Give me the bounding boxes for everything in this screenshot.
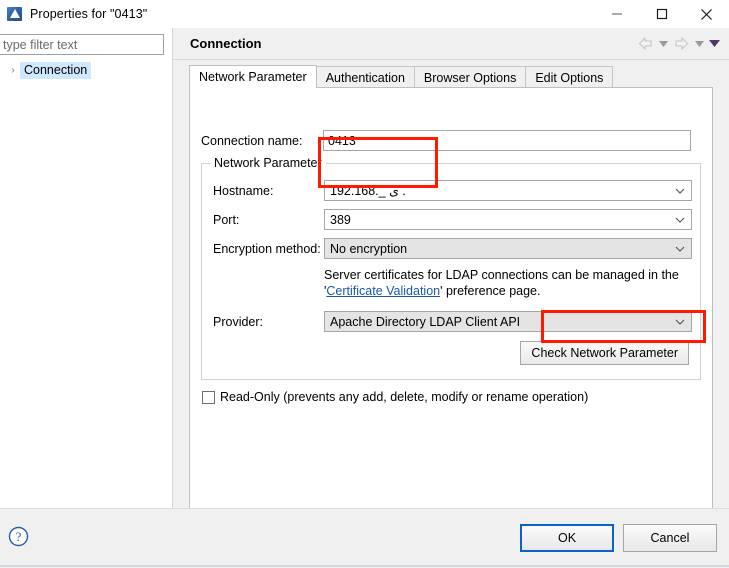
filter-input[interactable]: type filter text bbox=[0, 34, 164, 55]
forward-arrow-icon[interactable] bbox=[672, 34, 691, 53]
tab-strip: Network Parameter Authentication Browser… bbox=[189, 65, 729, 88]
svg-text:?: ? bbox=[16, 529, 22, 544]
provider-label: Provider: bbox=[213, 314, 264, 329]
tab-edit-options[interactable]: Edit Options bbox=[525, 66, 614, 88]
certificate-validation-link[interactable]: Certificate Validation bbox=[326, 284, 440, 298]
provider-combo[interactable]: Apache Directory LDAP Client API bbox=[324, 311, 692, 332]
port-label: Port: bbox=[213, 212, 240, 227]
chevron-down-icon[interactable] bbox=[675, 312, 685, 331]
page-title: Connection bbox=[190, 36, 262, 51]
chevron-right-icon[interactable]: › bbox=[6, 65, 20, 76]
properties-page: Connection Network Parameter Authenticat… bbox=[173, 28, 729, 531]
tab-authentication[interactable]: Authentication bbox=[315, 66, 415, 88]
network-parameter-group: Network Parameter Hostname: 192.168._ ى … bbox=[201, 156, 704, 380]
tab-label: Authentication bbox=[325, 70, 405, 85]
view-menu-chevron-down-icon[interactable] bbox=[708, 34, 721, 53]
connection-name-input[interactable]: 0413 bbox=[323, 130, 691, 151]
back-arrow-icon[interactable] bbox=[636, 34, 655, 53]
hostname-row: Hostname: 192.168._ ى . bbox=[213, 180, 692, 201]
hostname-value: 192.168._ ى . bbox=[330, 184, 406, 198]
port-combo[interactable]: 389 bbox=[324, 209, 692, 230]
certificate-note-suffix: ' preference page. bbox=[440, 284, 541, 298]
forward-history-chevron-down-icon[interactable] bbox=[693, 34, 706, 53]
check-network-parameter-button[interactable]: Check Network Parameter bbox=[520, 341, 689, 365]
tab-label: Edit Options bbox=[535, 70, 604, 85]
provider-value: Apache Directory LDAP Client API bbox=[330, 314, 521, 329]
tab-browser-options[interactable]: Browser Options bbox=[413, 66, 527, 88]
dialog-buttons: OK Cancel bbox=[520, 524, 717, 552]
tab-network-parameter[interactable]: Network Parameter bbox=[189, 65, 317, 88]
title-bar: Properties for "0413" bbox=[0, 0, 729, 28]
certificate-note: Server certificates for LDAP connections… bbox=[324, 267, 704, 299]
tab-content-network-parameter: Connection name: 0413 Network Parameter … bbox=[189, 87, 713, 531]
chevron-down-icon[interactable] bbox=[675, 210, 685, 229]
cancel-button-label: Cancel bbox=[650, 531, 690, 545]
hostname-combo[interactable]: 192.168._ ى . bbox=[324, 180, 692, 201]
read-only-label: Read-Only (prevents any add, delete, mod… bbox=[220, 390, 589, 404]
network-parameter-group-title: Network Parameter bbox=[210, 156, 326, 170]
connection-name-label: Connection name: bbox=[201, 133, 303, 148]
header-separator bbox=[173, 59, 729, 60]
read-only-checkbox-row[interactable]: Read-Only (prevents any add, delete, mod… bbox=[202, 390, 588, 404]
port-row: Port: 389 bbox=[213, 209, 692, 230]
page-nav-tools bbox=[636, 28, 721, 59]
tab-label: Browser Options bbox=[423, 70, 517, 85]
window-controls bbox=[594, 0, 729, 28]
window-title: Properties for "0413" bbox=[30, 7, 148, 21]
encryption-method-row: Encryption method: No encryption bbox=[213, 238, 692, 259]
connection-name-row: Connection name: 0413 bbox=[201, 130, 691, 151]
ok-button-label: OK bbox=[557, 531, 577, 545]
directory-studio-icon bbox=[7, 6, 23, 22]
encryption-method-label: Encryption method: bbox=[213, 241, 321, 256]
read-only-checkbox[interactable] bbox=[202, 390, 215, 404]
sidebar-item-connection[interactable]: › Connection bbox=[0, 61, 92, 80]
settings-tree-panel: type filter text › Connection bbox=[0, 28, 172, 508]
sidebar-item-label: Connection bbox=[20, 62, 92, 79]
maximize-button[interactable] bbox=[639, 0, 684, 28]
help-icon[interactable]: ? bbox=[8, 526, 29, 547]
minimize-button[interactable] bbox=[594, 0, 639, 28]
tab-label: Network Parameter bbox=[199, 70, 307, 84]
page-header: Connection bbox=[173, 28, 729, 59]
back-history-chevron-down-icon[interactable] bbox=[657, 34, 670, 53]
filter-placeholder: type filter text bbox=[3, 37, 78, 52]
chevron-down-icon[interactable] bbox=[675, 239, 685, 258]
check-network-parameter-label: Check Network Parameter bbox=[531, 346, 678, 360]
cancel-button[interactable]: Cancel bbox=[623, 524, 717, 552]
encryption-method-combo[interactable]: No encryption bbox=[324, 238, 692, 259]
encryption-method-value: No encryption bbox=[330, 241, 408, 256]
ok-button[interactable]: OK bbox=[520, 524, 614, 552]
chevron-down-icon[interactable] bbox=[675, 181, 685, 200]
provider-row: Provider: Apache Directory LDAP Client A… bbox=[213, 311, 692, 332]
port-value: 389 bbox=[330, 212, 351, 227]
hostname-label: Hostname: bbox=[213, 183, 274, 198]
close-button[interactable] bbox=[684, 0, 729, 28]
dialog-footer: ? OK Cancel bbox=[0, 508, 729, 568]
